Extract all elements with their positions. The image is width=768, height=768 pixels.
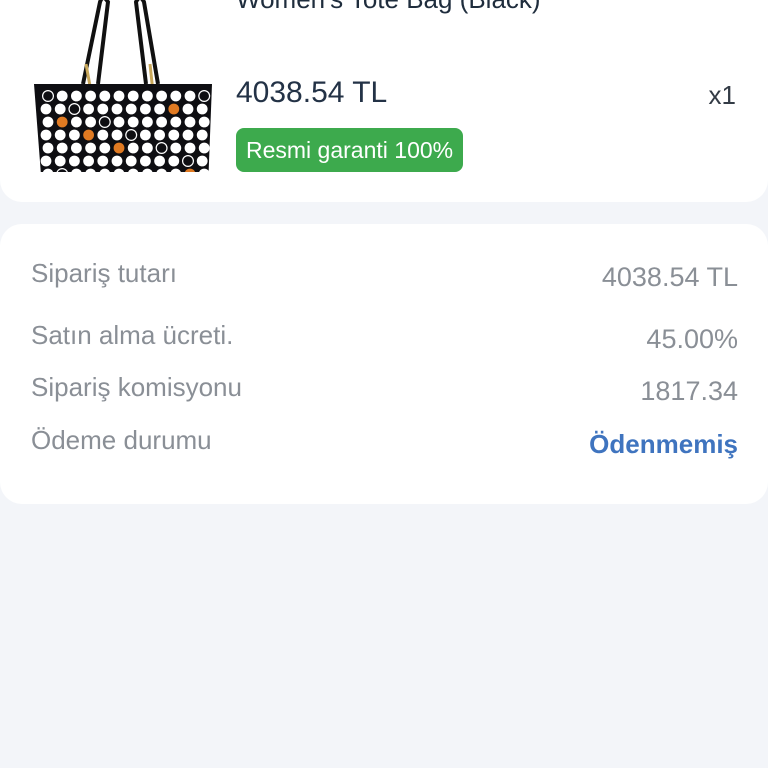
bag-pattern-dot: [97, 155, 109, 167]
bag-pattern-dot: [182, 103, 194, 115]
bag-pattern-dot: [182, 129, 194, 141]
bag-pattern-dot: [85, 90, 96, 102]
order-commission-row: Sipariş komisyonu 1817.34: [31, 372, 738, 412]
bag-pattern-dot: [99, 90, 111, 102]
bag-pattern-dot: [154, 103, 165, 115]
purchase-fee-row: Satın alma ücreti. 45.00%: [31, 320, 738, 360]
bag-pattern-dot: [71, 142, 82, 154]
bag-pattern-dot: [99, 142, 111, 154]
bag-pattern-dot: [196, 129, 208, 141]
bag-pattern-dot: [184, 142, 196, 154]
tote-bag-icon: [34, 0, 212, 188]
bag-pattern-dot: [56, 90, 68, 102]
bag-pattern-dot: [125, 155, 137, 167]
tote-bag-image[interactable]: [28, 0, 218, 188]
bag-pattern-dot: [127, 142, 139, 154]
bag-pattern-dot: [170, 90, 182, 102]
order-amount-label: Sipariş tutarı: [31, 258, 177, 288]
order-commission-label: Sipariş komisyonu: [31, 372, 242, 402]
bag-pattern-dot: [40, 129, 52, 141]
bag-pattern-dot: [198, 89, 211, 102]
bag-pattern-dot: [170, 116, 182, 128]
bag-pattern-dot: [142, 142, 153, 154]
purchase-fee-label: Satın alma ücreti.: [31, 320, 234, 350]
bag-pattern-dot: [111, 103, 123, 115]
bag-pattern-dot: [113, 90, 125, 102]
product-card[interactable]: Women's Tote Bag (Black) 4038.54 TL x1 R…: [0, 0, 768, 202]
bag-pattern-dot: [85, 116, 96, 128]
bag-pattern-dot: [42, 116, 54, 128]
bag-pattern-dot: [196, 155, 208, 167]
bag-pattern-dot: [40, 155, 52, 167]
bag-pattern-dot: [154, 155, 165, 167]
product-price: 4038.54 TL: [236, 76, 388, 109]
payment-status-value[interactable]: Ödenmemiş: [589, 429, 738, 460]
bag-pattern-dot: [154, 129, 165, 141]
bag-pattern-dot: [125, 129, 138, 142]
bag-pattern-dot: [111, 129, 123, 141]
bag-pattern-dot: [127, 116, 139, 128]
order-amount-value: 4038.54 TL: [601, 262, 738, 292]
bag-pattern-dot: [142, 90, 153, 102]
bag-pattern-dot: [83, 155, 94, 167]
bag-pattern-dot: [113, 116, 125, 128]
product-title[interactable]: Women's Tote Bag (Black): [236, 0, 541, 15]
bag-pattern-dot: [56, 142, 68, 154]
order-summary-card: Sipariş tutarı 4038.54 TL Satın alma ücr…: [0, 224, 768, 504]
bag-pattern-dot: [198, 116, 210, 128]
bag-pattern-dot: [97, 129, 109, 141]
bag-pattern-dot: [54, 155, 66, 167]
bag-pattern-dot: [196, 103, 208, 115]
order-amount-row: Sipariş tutarı 4038.54 TL: [31, 258, 738, 298]
bag-pattern-dot: [184, 116, 196, 128]
warranty-badge: Resmi garanti 100%: [236, 128, 464, 172]
bag-pattern-dot: [111, 155, 123, 167]
bag-pattern-dot: [69, 129, 80, 141]
bag-pattern-dot: [97, 103, 109, 115]
bag-pattern-dot: [156, 90, 168, 102]
bag-pattern-dot: [142, 116, 153, 128]
bag-pattern-dot: [182, 155, 195, 168]
bag-pattern-dot: [42, 89, 55, 102]
bag-pattern-dot: [56, 116, 68, 128]
bag-pattern-dot: [71, 116, 82, 128]
bag-pattern-dot: [127, 90, 139, 102]
bag-pattern-dot: [140, 155, 151, 167]
bag-pattern-dot: [85, 142, 96, 154]
bag-pattern-dot: [198, 142, 210, 154]
bag-pattern-dot: [83, 103, 94, 115]
bag-pattern-dot: [71, 90, 82, 102]
bag-pattern-dot: [140, 103, 151, 115]
bag-pattern-dot: [168, 103, 180, 115]
bag-pattern-dot: [40, 103, 52, 115]
bag-pattern-dot: [168, 129, 180, 141]
bag-pattern-dot: [168, 155, 180, 167]
bag-pattern-dot: [98, 115, 111, 128]
bag-pattern-dot: [113, 142, 125, 154]
bag-pattern-dot: [68, 102, 81, 115]
product-quantity: x1: [708, 80, 736, 110]
payment-status-label: Ödeme durumu: [31, 425, 212, 455]
order-commission-value: 1817.34: [640, 376, 738, 406]
payment-status-row[interactable]: Ödeme durumu Ödenmemiş: [31, 425, 738, 465]
bag-pattern-dot: [184, 90, 196, 102]
bag-pattern-dot: [140, 129, 151, 141]
bag-pattern-dot: [83, 129, 94, 141]
bag-pattern-dot: [170, 142, 182, 154]
bag-pattern-dot: [156, 116, 168, 128]
purchase-fee-value: 45.00%: [646, 324, 738, 354]
bag-pattern-dot: [125, 103, 137, 115]
bag-pattern-dot: [69, 155, 80, 167]
bag-pattern-dot: [42, 142, 54, 154]
bag-pattern-dot: [54, 103, 66, 115]
bag-pattern-dot: [54, 129, 66, 141]
bag-pattern-dot: [155, 142, 168, 155]
